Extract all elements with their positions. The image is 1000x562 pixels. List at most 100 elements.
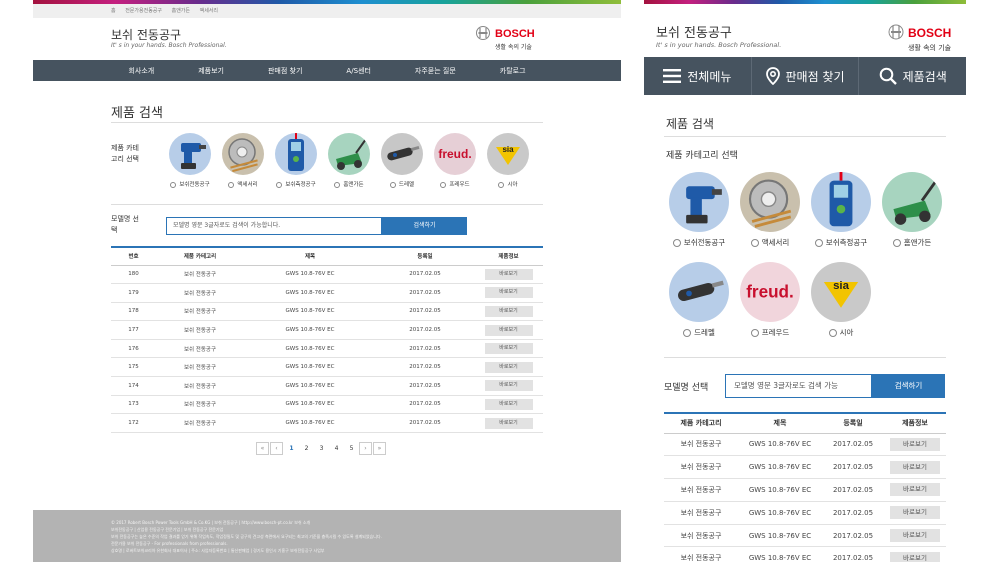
- category-radio[interactable]: [828, 329, 837, 337]
- site-subtitle: It' s in your hands. Bosch Professional.: [111, 42, 227, 49]
- category-radio[interactable]: [440, 181, 447, 188]
- category-option-sia[interactable]: sia 시아: [806, 262, 876, 338]
- category-radio[interactable]: [228, 181, 235, 188]
- category-option-sia[interactable]: sia 시아: [484, 133, 532, 188]
- view-button[interactable]: 바로보기: [484, 417, 533, 429]
- nav-all-menu[interactable]: 전체메뉴: [644, 57, 752, 95]
- breadcrumb-item[interactable]: 홈: [111, 8, 116, 14]
- cordless-drill-icon[interactable]: [169, 133, 211, 175]
- category-radio[interactable]: [750, 239, 759, 247]
- laser-measure-icon[interactable]: [275, 133, 317, 175]
- category-radio[interactable]: [683, 329, 692, 337]
- model-select-label: 모델명 선택: [664, 383, 709, 393]
- pager-page-1[interactable]: 1: [284, 445, 299, 452]
- category-label: 시아: [839, 328, 854, 337]
- desktop-layout: 홈 전문가용전동공구 홈앤가든 액세서리 보쉬 전동공구 It' s in yo…: [33, 0, 621, 562]
- row-action: 바로보기: [474, 376, 543, 396]
- sia-logo-icon[interactable]: sia: [811, 262, 871, 322]
- view-button[interactable]: 바로보기: [484, 305, 533, 317]
- category-option-power-tools[interactable]: 보쉬전동공구: [664, 172, 734, 248]
- row-number: 173: [111, 395, 156, 415]
- mobile-header: 보쉬 전동공구 It' s in your hands. Bosch Profe…: [644, 4, 966, 57]
- view-button[interactable]: 바로보기: [890, 529, 940, 543]
- category-option-power-tools[interactable]: 보쉬전동공구: [166, 133, 214, 188]
- pager-page-5[interactable]: 5: [344, 445, 359, 452]
- view-button[interactable]: 바로보기: [484, 268, 533, 280]
- view-button[interactable]: 바로보기: [484, 287, 533, 299]
- view-button[interactable]: 바로보기: [890, 551, 940, 562]
- nav-store-finder[interactable]: 판매점 찾기: [752, 57, 860, 95]
- view-button[interactable]: 바로보기: [484, 398, 533, 410]
- freud-logo-icon[interactable]: freud.: [740, 262, 800, 322]
- category-option-home-garden[interactable]: 홈앤가든: [325, 133, 373, 188]
- model-search-input[interactable]: 모델명 영문 3글자로도 검색이 가능합니다.: [166, 217, 382, 235]
- lawn-mower-icon[interactable]: [328, 133, 370, 175]
- breadcrumb-item[interactable]: 홈앤가든: [172, 8, 190, 14]
- view-button[interactable]: 바로보기: [890, 437, 940, 451]
- view-button[interactable]: 바로보기: [890, 506, 940, 520]
- category-option-freud[interactable]: freud. 프레우드: [735, 262, 805, 338]
- nav-service-center[interactable]: A/S센터: [346, 66, 370, 76]
- bosch-logo-icon[interactable]: BOSCH 생활 속의 기술: [888, 22, 958, 52]
- nav-store-finder[interactable]: 판매점 찾기: [268, 66, 302, 76]
- pager-page-3[interactable]: 3: [314, 445, 329, 452]
- view-button[interactable]: 바로보기: [484, 324, 533, 336]
- pager-prev-button[interactable]: ‹: [270, 441, 283, 455]
- view-button[interactable]: 바로보기: [484, 380, 533, 392]
- category-option-measuring[interactable]: 보쉬측정공구: [806, 172, 876, 248]
- category-select-label: 제품 카테고리 선택: [666, 151, 738, 161]
- nav-company[interactable]: 회사소개: [128, 66, 154, 76]
- bosch-logo-icon[interactable]: BOSCH 생활 속의 기술: [475, 24, 543, 52]
- pager-next-button[interactable]: ›: [359, 441, 372, 455]
- laser-measure-icon[interactable]: [811, 172, 871, 232]
- category-radio[interactable]: [814, 239, 823, 247]
- site-title[interactable]: 보쉬 전동공구: [111, 26, 181, 43]
- nav-product-search[interactable]: 제품검색: [859, 57, 966, 95]
- model-select-label: 모델명 선택: [111, 215, 139, 234]
- freud-logo-icon[interactable]: freud.: [434, 133, 476, 175]
- sia-logo-icon[interactable]: sia: [487, 133, 529, 175]
- view-button[interactable]: 바로보기: [890, 460, 940, 474]
- saw-blade-accessory-icon[interactable]: [222, 133, 264, 175]
- pager-page-4[interactable]: 4: [329, 445, 344, 452]
- pager-last-button[interactable]: »: [373, 441, 386, 455]
- pager-first-button[interactable]: «: [256, 441, 269, 455]
- row-title: GWS 10.8-76V EC: [738, 501, 822, 525]
- category-radio[interactable]: [170, 181, 177, 188]
- category-option-measuring[interactable]: 보쉬측정공구: [272, 133, 320, 188]
- view-button[interactable]: 바로보기: [890, 483, 940, 497]
- lawn-mower-icon[interactable]: [882, 172, 942, 232]
- pager-page-2[interactable]: 2: [299, 445, 314, 452]
- nav-products[interactable]: 제품보기: [198, 66, 224, 76]
- site-title[interactable]: 보쉬 전동공구: [656, 22, 732, 41]
- search-button[interactable]: 검색하기: [382, 217, 467, 235]
- category-option-accessories[interactable]: 액세서리: [735, 172, 805, 248]
- page-title: 제품 검색: [666, 117, 714, 131]
- category-option-home-garden[interactable]: 홈앤가든: [877, 172, 947, 248]
- category-radio[interactable]: [498, 181, 505, 188]
- nav-catalog[interactable]: 카탈로그: [500, 66, 526, 76]
- category-radio[interactable]: [672, 239, 681, 247]
- cordless-drill-icon[interactable]: [669, 172, 729, 232]
- table-row: 176 보쉬 전동공구 GWS 10.8-76V EC 2017.02.05 바로보기: [111, 339, 543, 359]
- category-option-dremel[interactable]: 드레멜: [378, 133, 426, 188]
- breadcrumb-item[interactable]: 액세서리: [200, 8, 218, 14]
- search-button[interactable]: 검색하기: [872, 374, 945, 398]
- category-radio[interactable]: [892, 239, 901, 247]
- category-radio[interactable]: [750, 329, 759, 337]
- category-option-freud[interactable]: freud. 프레우드: [431, 133, 479, 188]
- dremel-rotary-tool-icon[interactable]: [381, 133, 423, 175]
- category-radio[interactable]: [276, 181, 283, 188]
- category-radio[interactable]: [334, 181, 341, 188]
- category-radio[interactable]: [389, 181, 396, 188]
- view-button[interactable]: 바로보기: [484, 361, 533, 373]
- category-option-accessories[interactable]: 액세서리: [219, 133, 267, 188]
- model-search-input[interactable]: 모델명 영문 3글자로도 검색 가능: [725, 374, 872, 398]
- saw-blade-accessory-icon[interactable]: [740, 172, 800, 232]
- logo-tagline: 생활 속의 기술: [908, 43, 952, 52]
- nav-faq[interactable]: 자주묻는 질문: [415, 66, 456, 76]
- category-option-dremel[interactable]: 드레멜: [664, 262, 734, 338]
- breadcrumb-item[interactable]: 전문가용전동공구: [125, 8, 162, 14]
- view-button[interactable]: 바로보기: [484, 343, 533, 355]
- dremel-rotary-tool-icon[interactable]: [669, 262, 729, 322]
